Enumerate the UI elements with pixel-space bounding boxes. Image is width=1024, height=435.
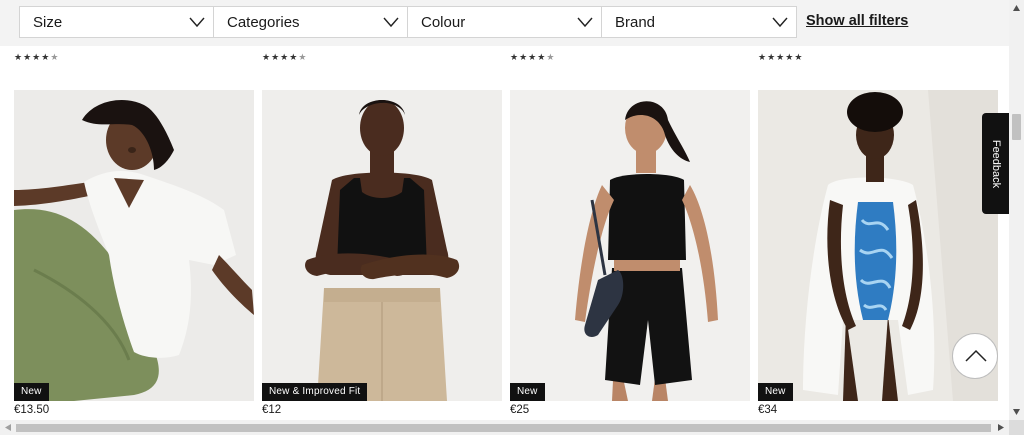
star-rating: ★ ★ ★ ★ ★	[14, 53, 58, 63]
star-icon: ★	[519, 53, 528, 63]
star-rating: ★ ★ ★ ★ ★	[510, 53, 554, 63]
scroll-down-arrow-icon[interactable]	[1012, 408, 1021, 416]
star-icon: ★	[794, 53, 803, 63]
star-icon: ★	[767, 53, 776, 63]
brand-filter-dropdown[interactable]: Brand	[601, 6, 797, 38]
back-to-top-button[interactable]	[952, 333, 998, 379]
star-icon: ★	[280, 53, 289, 63]
product-badge: New	[14, 383, 49, 401]
scrollbar-corner	[1009, 420, 1024, 435]
size-filter-dropdown[interactable]: Size	[19, 6, 214, 38]
star-icon: ★	[41, 53, 50, 63]
colour-filter-dropdown[interactable]: Colour	[407, 6, 602, 38]
product-card-image[interactable]	[14, 90, 254, 401]
half-star-icon: ★	[298, 53, 307, 63]
product-price: €13.50	[14, 404, 50, 416]
chevron-down-icon	[189, 17, 205, 28]
product-badge: New & Improved Fit	[262, 383, 368, 401]
star-icon: ★	[14, 53, 23, 63]
chevron-down-icon	[772, 17, 788, 28]
star-icon: ★	[785, 53, 794, 63]
star-icon: ★	[32, 53, 41, 63]
star-icon: ★	[289, 53, 298, 63]
scroll-left-arrow-icon[interactable]	[4, 423, 12, 432]
star-icon: ★	[758, 53, 767, 63]
horizontal-scrollbar-thumb[interactable]	[16, 424, 991, 432]
feedback-label: Feedback	[990, 139, 1002, 188]
star-icon: ★	[23, 53, 32, 63]
colour-filter-label: Colour	[421, 13, 466, 31]
horizontal-scrollbar[interactable]	[0, 420, 1024, 435]
product-card-image[interactable]	[510, 90, 750, 401]
feedback-tab[interactable]: Feedback	[982, 113, 1010, 214]
product-price: €25	[510, 404, 530, 416]
star-icon: ★	[776, 53, 785, 63]
chevron-down-icon	[577, 17, 593, 28]
categories-filter-dropdown[interactable]: Categories	[213, 6, 408, 38]
star-rating: ★ ★ ★ ★ ★	[262, 53, 306, 63]
filter-bar: Size Categories Colour Brand Show all fi…	[0, 0, 1009, 46]
scroll-right-arrow-icon[interactable]	[997, 423, 1005, 432]
show-all-filters-link[interactable]: Show all filters	[806, 13, 908, 29]
categories-filter-label: Categories	[227, 13, 300, 31]
scroll-up-arrow-icon[interactable]	[1012, 4, 1021, 12]
vertical-scrollbar-thumb[interactable]	[1012, 114, 1021, 140]
product-photo	[262, 90, 502, 401]
vertical-scrollbar[interactable]	[1009, 0, 1024, 420]
chevron-down-icon	[383, 17, 399, 28]
product-badge: New	[758, 383, 793, 401]
star-icon: ★	[271, 53, 280, 63]
product-photo	[510, 90, 750, 401]
brand-filter-label: Brand	[615, 13, 656, 31]
product-price: €12	[262, 404, 282, 416]
product-card-image[interactable]	[262, 90, 502, 401]
size-filter-label: Size	[33, 13, 63, 31]
star-rating: ★ ★ ★ ★ ★	[758, 53, 802, 63]
star-icon: ★	[262, 53, 271, 63]
product-photo	[14, 90, 254, 401]
half-star-icon: ★	[50, 53, 59, 63]
product-price: €34	[758, 404, 778, 416]
star-icon: ★	[510, 53, 519, 63]
product-badge: New	[510, 383, 545, 401]
product-listing-page: ★ ★ ★ ★ ★ ★ ★ ★ ★ ★ ★ ★ ★ ★ ★ ★ ★ ★ ★ ★ Size Categories …	[0, 0, 1024, 435]
star-icon: ★	[537, 53, 546, 63]
half-star-icon: ★	[546, 53, 555, 63]
chevron-up-icon	[965, 349, 987, 362]
star-icon: ★	[528, 53, 537, 63]
